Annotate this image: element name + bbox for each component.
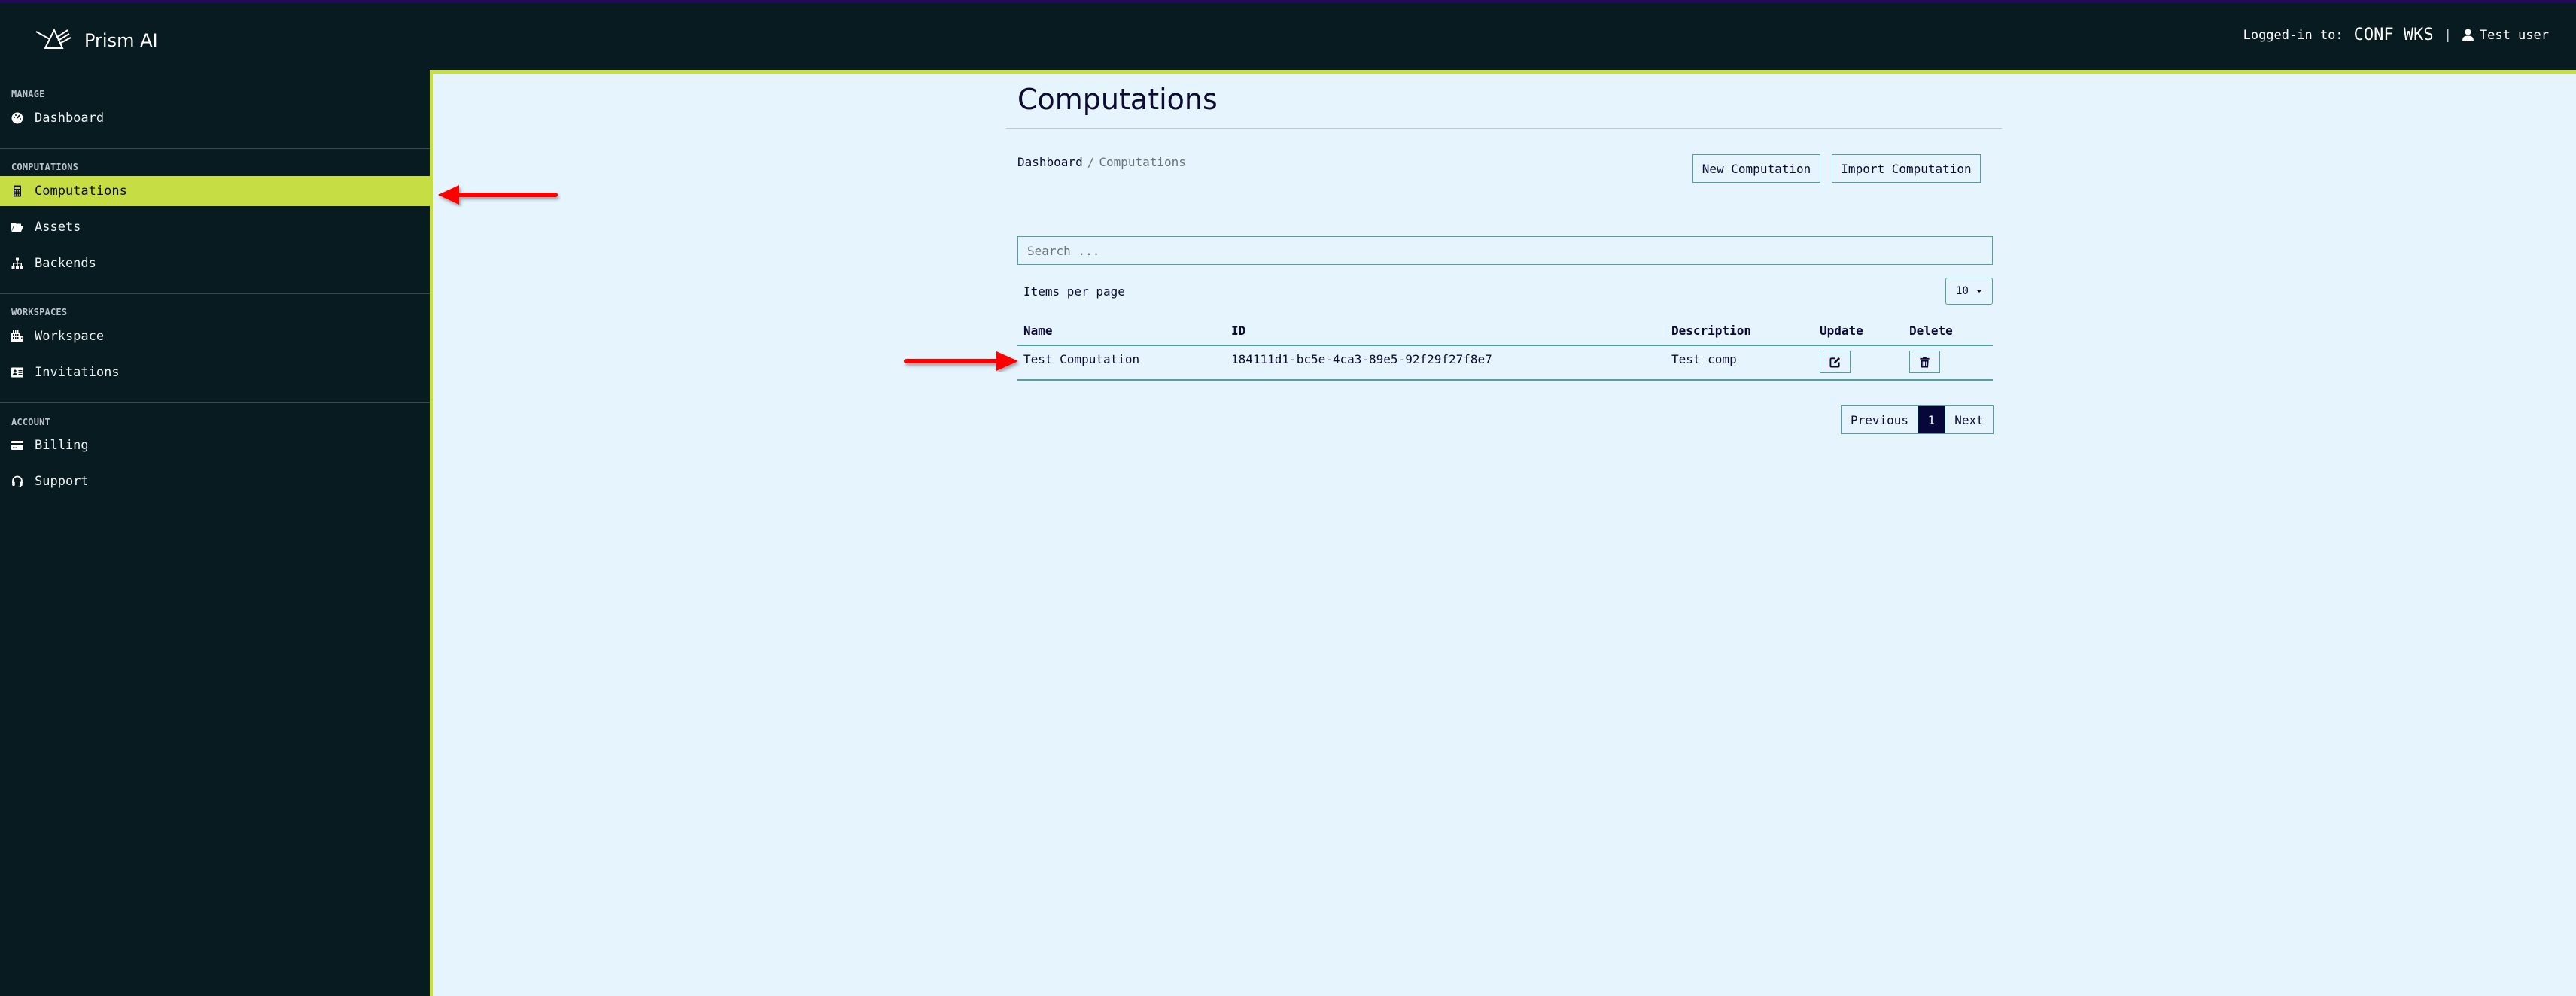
sidebar-item-assets[interactable]: Assets [0,212,430,242]
user-icon [2462,29,2474,41]
sidebar-divider [0,148,430,149]
folder-open-icon [11,221,23,233]
column-header-name: Name [1023,323,1053,338]
workspace-name[interactable]: CONF WKS [2354,26,2434,44]
sidebar-item-label: Support [35,474,89,489]
sidebar-item-label: Backends [35,256,96,271]
sidebar-item-dashboard[interactable]: Dashboard [0,103,430,133]
computation-description: Test comp [1671,352,1737,366]
breadcrumb-dashboard-link[interactable]: Dashboard [1017,155,1083,169]
sidebar-item-support[interactable]: Support [0,466,430,496]
section-label-manage: MANAGE [11,89,45,99]
items-per-page-value: 10 [1956,285,1969,297]
column-header-description: Description [1671,323,1751,338]
brand-logo[interactable]: Prism AI [35,23,158,53]
trash-icon [1920,356,1930,368]
user-name[interactable]: Test user [2480,28,2549,43]
computation-name-link[interactable]: Test Computation [1023,352,1139,366]
items-per-page-select[interactable]: 10 [1945,278,1993,305]
column-header-delete: Delete [1909,323,1953,338]
sidebar-divider [0,402,430,403]
tachometer-icon [11,112,23,124]
sidebar-item-label: Billing [35,438,89,453]
id-card-icon [11,366,23,378]
import-computation-button[interactable]: Import Computation [1832,154,1981,183]
new-computation-button[interactable]: New Computation [1692,154,1820,183]
caret-down-icon [1975,290,1982,293]
row-divider [1017,379,1993,381]
breadcrumb-current: Computations [1099,155,1186,169]
items-per-page-label: Items per page [1023,284,1125,299]
sidebar-item-label: Computations [35,184,127,199]
header-row-divider [1017,345,1993,346]
sidebar-item-workspace[interactable]: Workspace [0,321,430,351]
column-header-update: Update [1820,323,1863,338]
sidebar-divider [0,293,430,294]
sidebar-item-label: Workspace [35,329,105,344]
sidebar-item-label: Invitations [35,365,120,380]
calculator-icon [11,185,23,197]
sidebar-item-billing[interactable]: Billing [0,430,430,460]
breadcrumb: Dashboard / Computations [1017,155,1186,169]
pagination: Previous 1 Next [1841,405,1994,434]
computation-id: 184111d1-bc5e-4ca3-89e5-92f29f27f8e7 [1231,352,1492,366]
logged-in-label: Logged-in to: [2243,27,2343,43]
prism-logo-icon [35,28,71,49]
header-user-info: Logged-in to: CONF WKS | Test user [2243,26,2549,44]
sidebar-item-label: Assets [35,220,81,235]
page-title: Computations [1017,83,1218,116]
edit-icon [1829,357,1841,368]
title-divider [1006,128,2002,129]
brand-name: Prism AI [84,30,158,51]
search-input[interactable] [1017,236,1993,265]
update-button[interactable] [1820,351,1851,373]
sidebar-item-label: Dashboard [35,111,105,126]
section-label-account: ACCOUNT [11,417,50,427]
section-label-computations: COMPUTATIONS [11,162,79,172]
header-separator: | [2444,27,2452,43]
main-content [430,70,2576,996]
top-header: Prism AI Logged-in to: CONF WKS | Test u… [0,3,2576,70]
sidebar-item-computations[interactable]: Computations [0,176,430,206]
breadcrumb-separator: / [1087,155,1095,169]
pagination-previous-button[interactable]: Previous [1842,406,1918,433]
headset-icon [11,475,23,487]
annotation-arrow-left [438,185,558,205]
sidebar-item-invitations[interactable]: Invitations [0,357,430,387]
sidebar: MANAGE Dashboard COMPUTATIONS Computatio… [0,70,430,996]
column-header-id: ID [1231,323,1246,338]
pagination-next-button[interactable]: Next [1945,406,1993,433]
pagination-page-1[interactable]: 1 [1918,406,1945,433]
section-label-workspaces: WORKSPACES [11,307,68,317]
building-icon [11,330,23,342]
delete-button[interactable] [1909,351,1940,373]
credit-card-icon [11,439,23,451]
sitemap-icon [11,257,23,269]
annotation-arrow-right [904,351,1018,371]
sidebar-item-backends[interactable]: Backends [0,248,430,278]
